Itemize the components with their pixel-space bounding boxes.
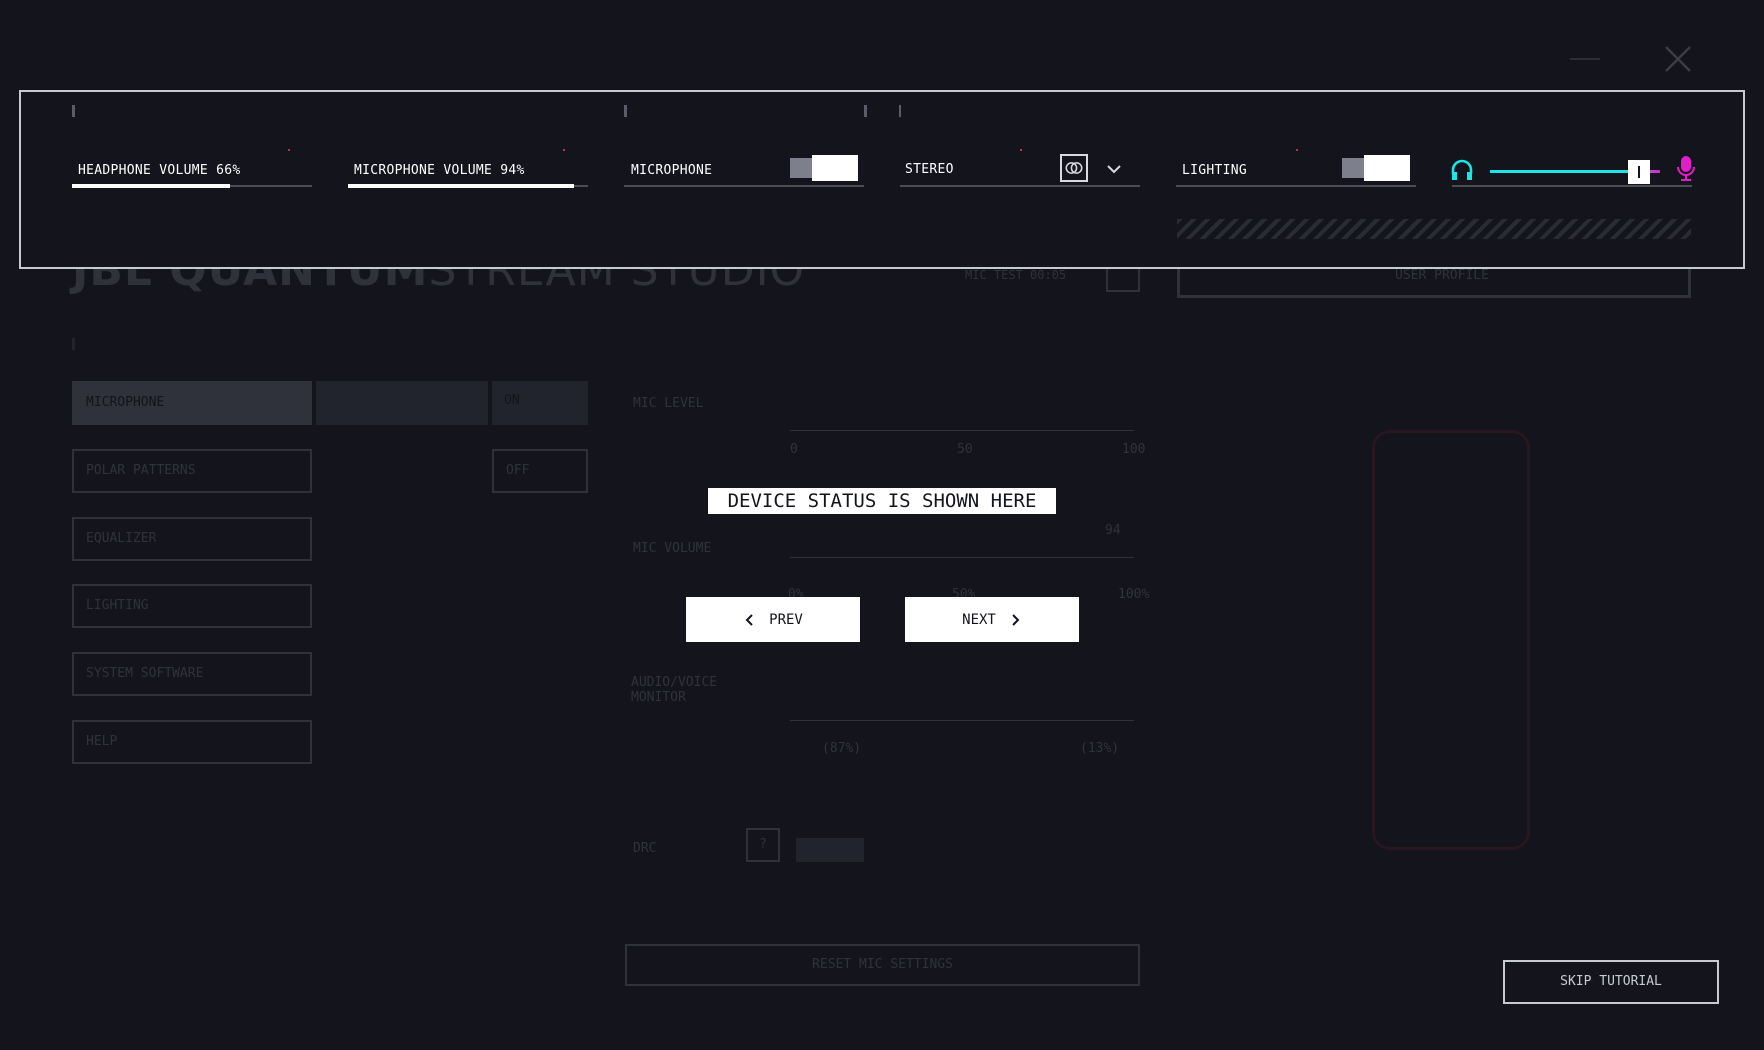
microphone-volume-fill: [348, 184, 574, 188]
drc-toggle[interactable]: [796, 838, 864, 862]
panel-marker: [72, 105, 75, 117]
stereo-icon[interactable]: [1060, 154, 1088, 182]
section-marker: [72, 338, 75, 350]
monitor-right-value: (13%): [1080, 741, 1120, 756]
scale-0: 0: [790, 442, 798, 457]
next-button[interactable]: NEXT: [905, 597, 1079, 642]
monitor-mix-handle[interactable]: [1628, 160, 1650, 184]
tutorial-tooltip: DEVICE STATUS IS SHOWN HERE: [708, 488, 1056, 514]
mic-level-label: MIC LEVEL: [633, 396, 704, 411]
accent-dot: [563, 149, 565, 151]
accent-dot: [1020, 149, 1022, 151]
sidebar-item-polar-patterns[interactable]: POLAR PATTERNS: [72, 449, 312, 493]
drc-label: DRC: [633, 841, 657, 856]
scale-pct-100: 100%: [1118, 587, 1150, 602]
close-icon[interactable]: [1662, 43, 1694, 75]
sidebar-item-lighting[interactable]: LIGHTING: [72, 584, 312, 628]
sidebar-item-system-software[interactable]: SYSTEM SOFTWARE: [72, 652, 312, 696]
headphone-volume-bar[interactable]: [72, 184, 312, 188]
accent-dot: [1296, 149, 1298, 151]
panel-marker: [864, 105, 867, 117]
lighting-toggle[interactable]: [1342, 155, 1410, 181]
lighting-underline: [1176, 185, 1416, 187]
panel-marker: [624, 105, 627, 117]
drc-help-button[interactable]: ?: [746, 828, 780, 862]
monitor-mix-underline: [1452, 185, 1692, 187]
headphone-volume-label: HEADPHONE VOLUME 66%: [78, 163, 241, 178]
microphone-volume-label: MICROPHONE VOLUME 94%: [354, 163, 525, 178]
microphone-icon: [1677, 156, 1695, 181]
next-label: NEXT: [962, 611, 996, 628]
monitor-slider[interactable]: [790, 720, 1134, 721]
device-illustration: [1372, 430, 1530, 850]
reset-mic-settings-button[interactable]: RESET MIC SETTINGS: [625, 944, 1140, 986]
panel-marker: [899, 105, 901, 117]
microphone-toggle[interactable]: [790, 155, 858, 181]
scale-50: 50: [957, 442, 973, 457]
mic-volume-label: MIC VOLUME: [633, 541, 712, 556]
scale-100: 100: [1122, 442, 1146, 457]
microphone-volume-bar[interactable]: [348, 184, 588, 188]
chevron-down-icon[interactable]: [1105, 160, 1123, 178]
mic-volume-value: 94: [1105, 523, 1121, 538]
chevron-right-icon: [1012, 613, 1020, 626]
mic-level-scale: [790, 430, 1134, 431]
prev-button[interactable]: PREV: [686, 597, 860, 642]
on-option[interactable]: ON: [492, 381, 588, 425]
skip-tutorial-button[interactable]: SKIP TUTORIAL: [1503, 960, 1719, 1004]
audio-voice-monitor-label: AUDIO/VOICE MONITOR: [631, 675, 718, 705]
minimize-button[interactable]: [1570, 58, 1600, 60]
chevron-left-icon: [745, 613, 753, 626]
device-status-panel: [19, 90, 1745, 269]
stereo-underline: [900, 185, 1140, 187]
headphone-icon: [1451, 159, 1473, 180]
off-option[interactable]: OFF: [492, 449, 588, 493]
sidebar-item-equalizer[interactable]: EQUALIZER: [72, 517, 312, 561]
microphone-label: MICROPHONE: [631, 163, 713, 178]
status-stripes: [1177, 219, 1691, 239]
lighting-label: LIGHTING: [1182, 163, 1248, 178]
sidebar-item-microphone[interactable]: MICROPHONE: [72, 381, 312, 425]
headphone-volume-fill: [72, 184, 231, 188]
mic-test-label: MIC TEST 00:05: [965, 268, 1067, 282]
microphone-underline: [624, 185, 864, 187]
prev-label: PREV: [769, 611, 803, 628]
sidebar-item-extra: [316, 381, 488, 425]
user-profile-label: USER PROFILE: [1395, 268, 1489, 283]
monitor-left-value: (87%): [822, 741, 862, 756]
mic-volume-slider[interactable]: [790, 557, 1134, 558]
accent-dot: [288, 149, 290, 151]
stereo-label: STEREO: [905, 162, 954, 177]
sidebar-item-help[interactable]: HELP: [72, 720, 312, 764]
